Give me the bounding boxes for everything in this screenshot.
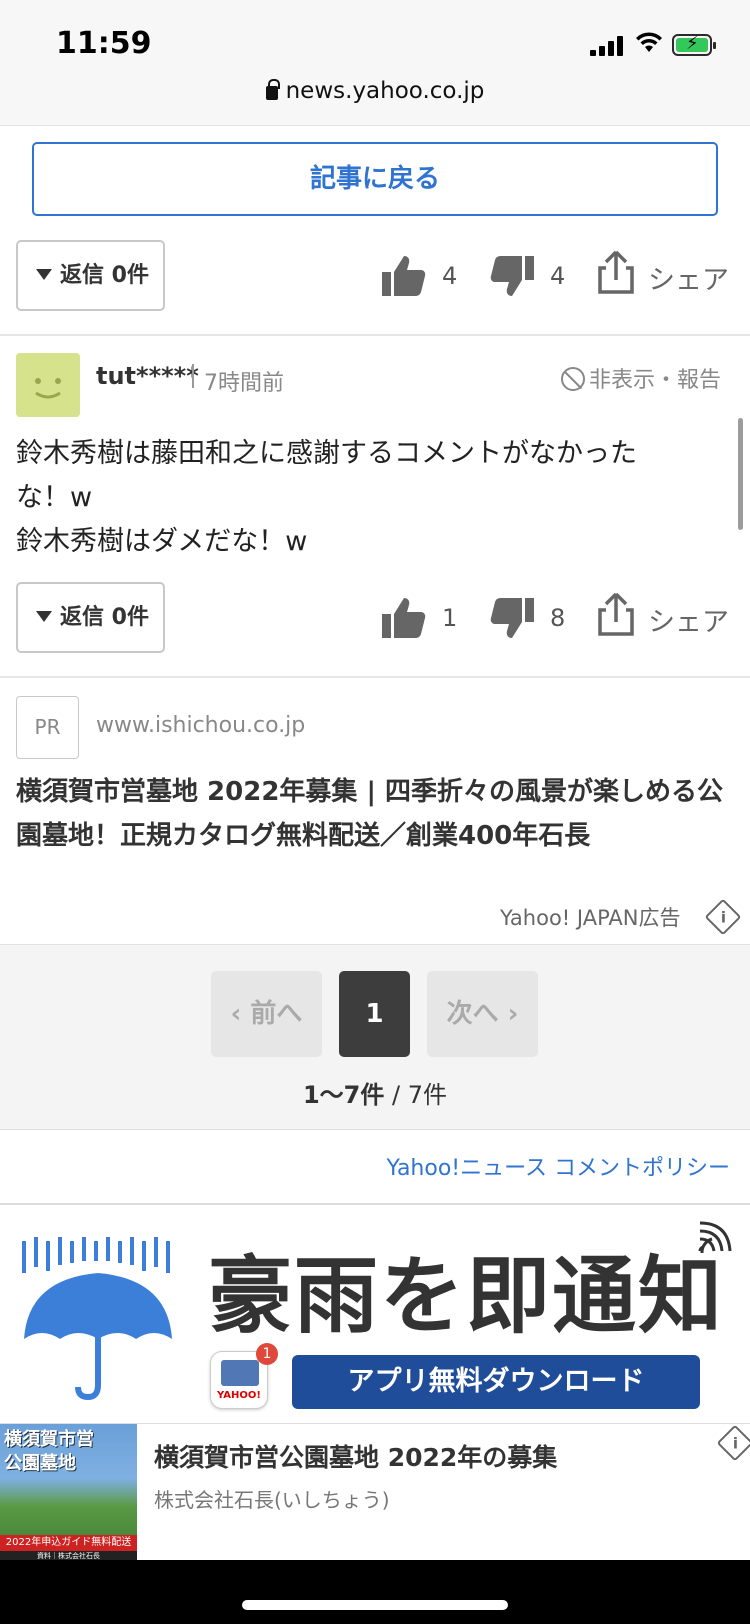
next-label: 次へ bbox=[446, 999, 499, 1029]
thumbs-down-icon[interactable] bbox=[488, 594, 536, 642]
pr-title[interactable]: 横須賀市営墓地 2022年募集 | 四季折々の風景が楽しめる公園墓地！正規カタロ… bbox=[16, 770, 734, 858]
thumbs-down-icon[interactable] bbox=[488, 252, 536, 300]
pr-badge: PR bbox=[16, 696, 79, 759]
ad-credit: Yahoo! JAPAN広告 bbox=[500, 906, 681, 930]
pagination: ‹ 前へ 1 次へ › 1〜7件 / 7件 bbox=[0, 944, 750, 1130]
ad-info-icon[interactable]: i bbox=[716, 1424, 750, 1462]
ad-title[interactable]: 横須賀市営公園墓地 2022年の募集 bbox=[154, 1438, 557, 1474]
comment-body: 鈴木秀樹は藤田和之に感謝するコメントがなかった な！w 鈴木秀樹はダメだな！w bbox=[16, 432, 716, 564]
ban-icon bbox=[561, 367, 585, 391]
comment-policy-link[interactable]: Yahoo!ニュース コメントポリシー bbox=[387, 1150, 730, 1182]
download-app-button[interactable]: アプリ無料ダウンロード bbox=[292, 1355, 700, 1409]
avatar[interactable] bbox=[16, 353, 80, 417]
ad-info-icon[interactable]: i bbox=[704, 898, 742, 936]
ad-advertiser: 株式会社石長(いしちょう) bbox=[154, 1488, 390, 1512]
banner-ad[interactable]: 豪雨を即通知 YAHOO! 1 アプリ無料ダウンロード bbox=[0, 1203, 750, 1423]
address-bar[interactable]: news.yahoo.co.jp bbox=[0, 78, 750, 104]
hide-report-button[interactable]: 非表示・報告 bbox=[561, 362, 721, 394]
thumbs-up-icon[interactable] bbox=[380, 594, 428, 642]
result-total: / 7件 bbox=[384, 1081, 448, 1109]
like-count: 4 bbox=[442, 262, 458, 290]
chevron-right-icon: › bbox=[498, 999, 519, 1029]
result-count: 1〜7件 / 7件 bbox=[0, 1075, 750, 1110]
chevron-left-icon: ‹ bbox=[230, 999, 251, 1029]
clock: 11:59 bbox=[56, 26, 152, 61]
notification-badge: 1 bbox=[256, 1343, 278, 1365]
divider bbox=[0, 676, 750, 678]
banner-title: 豪雨を即通知 bbox=[208, 1247, 725, 1345]
caret-down-icon bbox=[36, 269, 52, 280]
comment-time: 7時間前 bbox=[204, 371, 284, 396]
ad-thumbnail[interactable]: 横須賀市営 公園墓地 2022年申込ガイド無料配送 資料｜株式会社石長 bbox=[0, 1424, 137, 1561]
comment-line: な！w bbox=[16, 482, 93, 513]
page-1-button[interactable]: 1 bbox=[339, 971, 410, 1057]
back-to-article-button[interactable]: 記事に戻る bbox=[32, 142, 718, 216]
prev-page-button[interactable]: ‹ 前へ bbox=[211, 971, 322, 1057]
caret-down-icon bbox=[36, 611, 52, 622]
comment-line: 鈴木秀樹はダメだな！w bbox=[16, 526, 308, 557]
share-icon[interactable] bbox=[592, 590, 640, 638]
lock-icon bbox=[265, 79, 280, 100]
thumbs-up-icon[interactable] bbox=[380, 252, 428, 300]
cellular-signal-icon bbox=[590, 36, 626, 56]
like-count: 1 bbox=[442, 604, 458, 632]
dislike-count: 8 bbox=[550, 604, 566, 632]
ad-thumb-ribbon: 2022年申込ガイド無料配送 bbox=[0, 1535, 137, 1551]
reply-toggle-button[interactable]: 返信 0件 bbox=[16, 582, 165, 653]
share-icon[interactable] bbox=[592, 248, 640, 296]
comment-actions-prev: 返信 0件 4 4 シェア bbox=[16, 240, 734, 312]
share-label[interactable]: シェア bbox=[648, 600, 729, 639]
app-logo-text: YAHOO! bbox=[217, 1390, 261, 1401]
url-text: news.yahoo.co.jp bbox=[285, 78, 485, 104]
home-indicator-area bbox=[0, 1560, 750, 1624]
share-label[interactable]: シェア bbox=[648, 258, 729, 297]
broadcast-icon bbox=[698, 1221, 732, 1254]
pr-url[interactable]: www.ishichou.co.jp bbox=[96, 713, 305, 738]
prev-label: 前へ bbox=[250, 999, 303, 1029]
divider bbox=[0, 334, 750, 336]
reply-label: 返信 0件 bbox=[60, 263, 149, 288]
separator bbox=[192, 364, 194, 388]
sticky-ad[interactable]: 横須賀市営 公園墓地 2022年申込ガイド無料配送 資料｜株式会社石長 横須賀市… bbox=[0, 1423, 750, 1561]
status-bar: 11:59 ⚡ news.yahoo.co.jp bbox=[0, 0, 750, 126]
next-page-button[interactable]: 次へ › bbox=[427, 971, 538, 1057]
comment-username[interactable]: tut***** bbox=[96, 362, 199, 390]
reply-label: 返信 0件 bbox=[60, 605, 149, 630]
home-indicator[interactable] bbox=[242, 1600, 508, 1610]
result-range: 1〜7件 bbox=[302, 1081, 385, 1109]
umbrella-rain-icon bbox=[22, 1237, 172, 1401]
battery-icon: ⚡ bbox=[672, 33, 716, 56]
comment-actions: 返信 0件 1 8 シェア bbox=[16, 582, 734, 654]
hide-report-label: 非表示・報告 bbox=[589, 368, 722, 393]
wifi-icon bbox=[636, 32, 662, 52]
dislike-count: 4 bbox=[550, 262, 566, 290]
ad-thumb-title: 横須賀市営 公園墓地 bbox=[4, 1429, 94, 1474]
scrollbar[interactable] bbox=[738, 418, 743, 530]
comment-line: 鈴木秀樹は藤田和之に感謝するコメントがなかった bbox=[16, 438, 637, 469]
reply-toggle-button[interactable]: 返信 0件 bbox=[16, 240, 165, 311]
